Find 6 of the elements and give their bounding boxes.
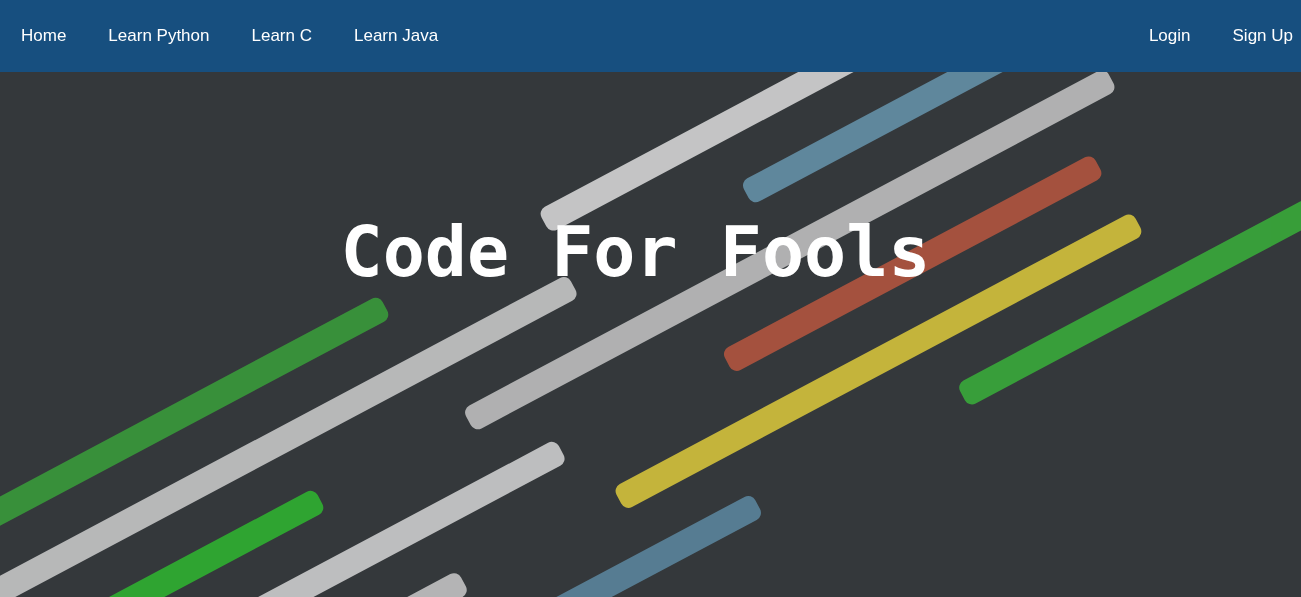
nav-link[interactable]: Home	[0, 23, 88, 49]
nav-link[interactable]: Sign Up	[1211, 23, 1301, 49]
nav-link[interactable]: Learn C	[230, 23, 333, 49]
nav-link[interactable]: Learn Python	[87, 23, 231, 49]
nav-link[interactable]: Login	[1127, 23, 1212, 49]
nav-link[interactable]: Learn Java	[333, 23, 460, 49]
